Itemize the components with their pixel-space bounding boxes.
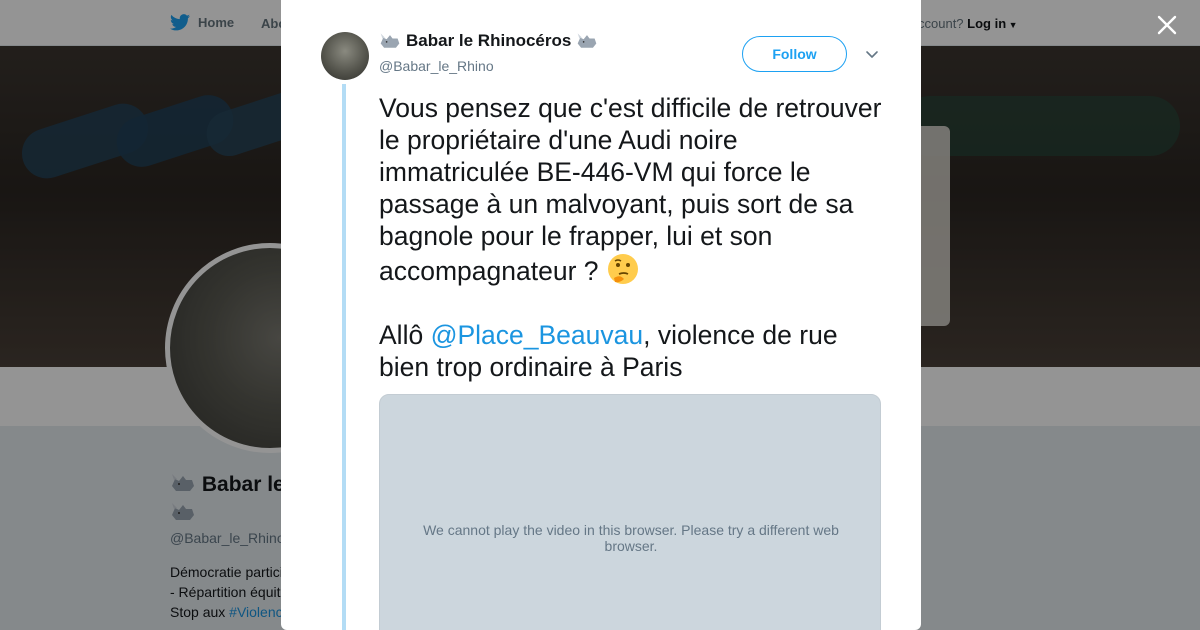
author-name[interactable]: Babar le Rhinocéros bbox=[379, 30, 598, 52]
tweet-modal: Babar le Rhinocéros @Babar_le_Rhino Foll… bbox=[281, 0, 921, 630]
video-player[interactable]: We cannot play the video in this browser… bbox=[379, 394, 881, 630]
mention-link[interactable]: @Place_Beauvau bbox=[431, 320, 644, 350]
author-name-text: Babar le Rhinocéros bbox=[406, 31, 572, 50]
follow-button[interactable]: Follow bbox=[742, 36, 847, 72]
tweet-text: Vous pensez que c'est difficile de retro… bbox=[379, 92, 889, 383]
chevron-down-icon[interactable] bbox=[864, 46, 880, 62]
thinking-face-emoji-icon bbox=[607, 254, 638, 284]
rhino-emoji-icon bbox=[380, 33, 400, 48]
thread-line bbox=[342, 84, 346, 630]
close-icon[interactable] bbox=[1153, 11, 1181, 39]
tweet-text-prefix: Allô bbox=[379, 320, 431, 350]
video-error-message: We cannot play the video in this browser… bbox=[423, 522, 839, 554]
rhino-emoji-icon bbox=[578, 33, 597, 48]
author-avatar[interactable] bbox=[321, 32, 369, 80]
author-handle[interactable]: @Babar_le_Rhino bbox=[379, 58, 494, 74]
